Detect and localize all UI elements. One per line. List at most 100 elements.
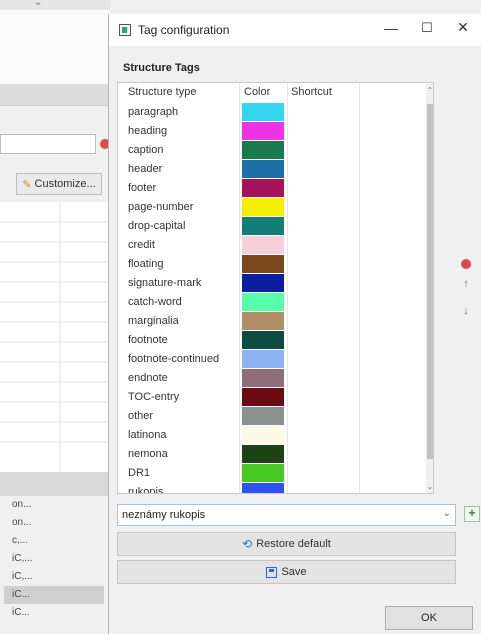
color-swatch[interactable] [242,331,284,349]
color-swatch[interactable] [242,274,284,292]
refresh-icon: ⟲ [242,537,253,551]
structure-tags-table: Structure type Color Shortcut paragraph h… [117,82,434,494]
table-row[interactable]: other [118,407,418,426]
save-button[interactable]: Save [117,560,456,584]
move-down-button[interactable]: ↓ [459,304,473,318]
header-color[interactable]: Color [244,86,270,98]
title-bar: Tag configuration — ☐ ✕ [109,14,481,46]
scroll-up-icon[interactable]: ⌃ [426,86,433,95]
list-item[interactable]: on... [4,496,104,514]
dialog-title: Tag configuration [138,23,230,37]
color-swatch[interactable] [242,198,284,216]
table-row[interactable]: header [118,160,418,179]
structure-type-cell: heading [128,125,168,137]
customize-button[interactable]: ✎ Customize... [16,173,102,195]
list-item[interactable]: iC,... [4,568,104,586]
table-row[interactable]: footer [118,179,418,198]
table-header: Structure type Color Shortcut [118,83,418,101]
restore-default-button[interactable]: ⟲ Restore default [117,532,456,556]
color-swatch[interactable] [242,217,284,235]
color-swatch[interactable] [242,426,284,444]
background-band [0,472,110,496]
table-row[interactable]: footnote-continued [118,350,418,369]
table-row[interactable]: footnote [118,331,418,350]
chevron-down-icon[interactable]: ⌄ [34,0,42,8]
table-row[interactable]: endnote [118,369,418,388]
table-row[interactable]: marginalia [118,312,418,331]
move-up-button[interactable]: ↑ [459,277,473,291]
structure-type-cell: other [128,410,154,422]
header-structure-type[interactable]: Structure type [128,86,196,98]
structure-type-cell: footnote [128,334,168,346]
structure-type-cell: TOC-entry [128,391,180,403]
list-item[interactable]: iC,... [4,550,104,568]
list-item[interactable]: on... [4,514,104,532]
color-swatch[interactable] [242,103,284,121]
color-swatch[interactable] [242,407,284,425]
plus-icon: + [468,506,476,520]
color-swatch[interactable] [242,369,284,387]
background-list: on... on... c,... iC,... iC,... iC... iC... [4,496,104,622]
chevron-down-icon[interactable]: ⌄ [443,508,451,519]
table-row[interactable]: DR1 [118,464,418,483]
structure-type-cell: header [128,163,163,175]
color-swatch[interactable] [242,445,284,463]
color-swatch[interactable] [242,122,284,140]
color-swatch[interactable] [242,160,284,178]
scroll-down-icon[interactable]: ⌄ [426,482,433,491]
header-shortcut[interactable]: Shortcut [291,86,332,98]
list-item[interactable]: iC... [4,604,104,622]
list-item[interactable]: iC... [4,586,104,604]
tag-name-input[interactable] [122,507,432,523]
color-swatch[interactable] [242,312,284,330]
list-item[interactable]: c,... [4,532,104,550]
table-row[interactable]: catch-word [118,293,418,312]
structure-type-cell: drop-capital [128,220,186,232]
structure-type-cell: paragraph [128,106,179,118]
structure-type-cell: latinona [128,429,167,441]
color-swatch[interactable] [242,236,284,254]
tag-configuration-dialog: Tag configuration — ☐ ✕ Structure Tags S… [108,14,481,634]
color-swatch[interactable] [242,293,284,311]
structure-type-cell: signature-mark [128,277,202,289]
add-tag-button[interactable]: + [464,506,480,522]
color-swatch[interactable] [242,255,284,273]
structure-type-cell: credit [128,239,155,251]
table-row[interactable]: caption [118,141,418,160]
table-row[interactable]: floating [118,255,418,274]
color-swatch[interactable] [242,350,284,368]
table-row[interactable]: signature-mark [118,274,418,293]
table-row[interactable]: page-number [118,198,418,217]
color-swatch[interactable] [242,483,284,493]
customize-label: Customize... [34,178,96,190]
structure-type-cell: rukopis [128,486,164,494]
table-row[interactable]: paragraph [118,103,418,122]
structure-type-cell: footnote-continued [128,353,220,365]
table-row[interactable]: nemona [118,445,418,464]
ok-button[interactable]: OK [385,606,473,630]
color-swatch[interactable] [242,464,284,482]
table-row[interactable]: rukopis [118,483,418,494]
structure-type-cell: nemona [128,448,168,460]
table-row[interactable]: drop-capital [118,217,418,236]
table-row[interactable]: heading [118,122,418,141]
delete-tag-button[interactable] [459,257,473,271]
background-grid [0,202,110,472]
background-panel [0,10,110,84]
table-row[interactable]: TOC-entry [118,388,418,407]
color-swatch[interactable] [242,179,284,197]
structure-type-cell: marginalia [128,315,179,327]
table-row[interactable]: credit [118,236,418,255]
structure-type-cell: page-number [128,201,194,213]
vertical-scrollbar[interactable]: ⌃ ⌄ [426,84,433,493]
color-swatch[interactable] [242,141,284,159]
table-body: paragraph heading caption header footer page-… [118,103,418,494]
color-swatch[interactable] [242,388,284,406]
maximize-icon[interactable]: ☐ [413,20,441,40]
close-icon[interactable]: ✕ [449,19,477,39]
scrollbar-thumb[interactable] [427,104,433,459]
minimize-icon[interactable]: — [377,20,405,40]
tag-name-combo[interactable]: ⌄ [117,504,456,526]
background-input[interactable] [0,134,96,154]
table-row[interactable]: latinona [118,426,418,445]
